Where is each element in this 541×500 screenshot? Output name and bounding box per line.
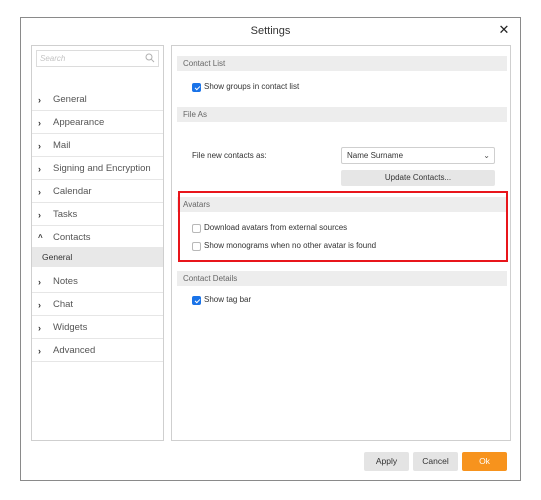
search-icon [145, 53, 155, 63]
sidebar-item-label: Tasks [53, 209, 78, 220]
section-header-contact-details: Contact Details [177, 271, 507, 286]
section-header-avatars: Avatars [177, 197, 507, 212]
section-header-contact-list: Contact List [177, 56, 507, 71]
sidebar-item-label: Contacts [53, 232, 91, 243]
section-header-file-as: File As [177, 107, 507, 122]
file-as-selected-value: Name Surname [347, 151, 404, 160]
show-tag-bar-checkbox[interactable] [192, 296, 201, 305]
sidebar-item-notes[interactable]: › Notes [32, 272, 163, 292]
download-avatars-label: Download avatars from external sources [204, 223, 348, 232]
sidebar-item-calendar[interactable]: › Calendar [32, 182, 163, 202]
cancel-button[interactable]: Cancel [413, 452, 458, 471]
sidebar-item-mail[interactable]: › Mail [32, 136, 163, 156]
settings-content: Contact List Show groups in contact list… [171, 45, 511, 441]
close-icon[interactable]: ✕ [496, 21, 512, 39]
chevron-right-icon: › [38, 277, 41, 287]
sidebar-subitem-general[interactable]: General [32, 247, 163, 267]
sidebar-item-label: General [53, 94, 87, 105]
sidebar-item-label: Calendar [53, 186, 92, 197]
title-bar: Settings ✕ [21, 18, 520, 44]
show-monograms-label: Show monograms when no other avatar is f… [204, 241, 377, 250]
sidebar-item-label: Signing and Encryption [53, 163, 151, 174]
show-groups-label: Show groups in contact list [204, 82, 300, 91]
sidebar-subitem-label: General [42, 252, 73, 262]
update-contacts-button[interactable]: Update Contacts... [341, 170, 495, 186]
chevron-right-icon: › [38, 300, 41, 310]
chevron-right-icon: › [38, 95, 41, 105]
download-avatars-checkbox[interactable] [192, 224, 201, 233]
chevron-right-icon: › [38, 323, 41, 333]
sidebar-item-label: Advanced [53, 345, 96, 356]
chevron-right-icon: › [38, 118, 41, 128]
chevron-down-icon: ⌄ [483, 151, 490, 160]
sidebar-item-label: Notes [53, 276, 78, 287]
dialog-title: Settings [250, 25, 291, 37]
sidebar-item-label: Appearance [53, 117, 105, 128]
sidebar-item-label: Chat [53, 299, 74, 310]
chevron-right-icon: › [38, 346, 41, 356]
ok-button[interactable]: Ok [462, 452, 507, 471]
chevron-right-icon: › [38, 141, 41, 151]
sidebar-item-general[interactable]: › General [32, 90, 163, 110]
search-input[interactable]: Search [36, 50, 159, 67]
apply-button[interactable]: Apply [364, 452, 409, 471]
sidebar-item-label: Widgets [53, 322, 88, 333]
settings-sidebar: Search › General › Appearance › Mail › S… [31, 45, 164, 441]
chevron-right-icon: › [38, 187, 41, 197]
chevron-right-icon: › [38, 210, 41, 220]
show-groups-checkbox[interactable] [192, 83, 201, 92]
sidebar-item-chat[interactable]: › Chat [32, 295, 163, 315]
sidebar-item-advanced[interactable]: › Advanced [32, 341, 163, 361]
sidebar-item-label: Mail [53, 140, 71, 151]
chevron-right-icon: › [38, 164, 41, 174]
show-monograms-checkbox[interactable] [192, 242, 201, 251]
search-placeholder: Search [40, 54, 66, 63]
show-tag-bar-label: Show tag bar [204, 295, 252, 304]
sidebar-item-contacts[interactable]: ^ Contacts [32, 228, 163, 248]
sidebar-item-tasks[interactable]: › Tasks [32, 205, 163, 225]
settings-dialog: Settings ✕ Search › General › Appearance… [20, 17, 521, 481]
sidebar-item-signing-encryption[interactable]: › Signing and Encryption [32, 159, 163, 179]
chevron-up-icon: ^ [38, 233, 43, 242]
file-as-select[interactable]: Name Surname ⌄ [341, 147, 495, 164]
sidebar-item-widgets[interactable]: › Widgets [32, 318, 163, 338]
file-as-label: File new contacts as: [192, 151, 267, 160]
sidebar-item-appearance[interactable]: › Appearance [32, 113, 163, 133]
